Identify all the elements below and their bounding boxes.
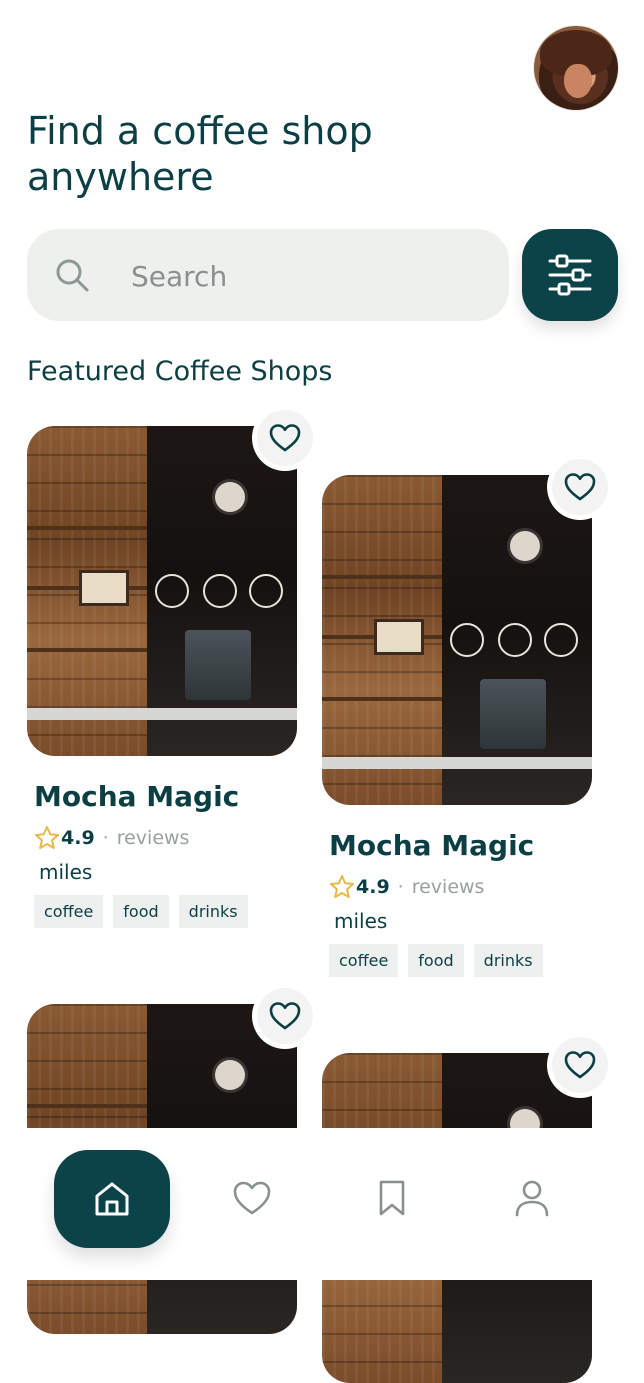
heart-icon [269, 1002, 301, 1030]
search-bar[interactable] [27, 229, 509, 321]
tag[interactable]: coffee [329, 944, 399, 977]
tag[interactable]: drinks [473, 944, 543, 977]
search-icon [56, 259, 89, 292]
separator-dot: · [397, 876, 404, 898]
heart-icon [564, 473, 596, 501]
rating-row: 4.9 · reviews [34, 824, 189, 852]
coffee-shop-photo [322, 475, 592, 805]
nav-home-button[interactable] [54, 1150, 170, 1248]
tag-list: coffee food drinks [329, 944, 543, 977]
coffee-shop-photo [27, 426, 297, 756]
tag[interactable]: food [408, 944, 464, 977]
separator-dot: · [102, 827, 109, 849]
coffee-shop-name: Mocha Magic [34, 780, 240, 813]
reviews-count[interactable]: reviews [412, 876, 485, 898]
rating-row: 4.9 · reviews [329, 873, 484, 901]
profile-avatar[interactable] [534, 26, 618, 110]
nav-saved-button[interactable] [368, 1174, 416, 1222]
tag[interactable]: coffee [34, 895, 104, 928]
nav-favorites-button[interactable] [228, 1174, 276, 1222]
distance: miles [39, 860, 93, 884]
heart-icon [269, 424, 301, 452]
star-icon [330, 875, 354, 898]
star-icon [35, 826, 59, 849]
page-title: Find a coffee shop anywhere [27, 109, 373, 199]
favorite-button[interactable] [257, 988, 313, 1044]
tag[interactable]: drinks [178, 895, 248, 928]
search-input[interactable] [129, 255, 473, 297]
rating-value: 4.9 [356, 876, 390, 898]
user-icon [515, 1180, 549, 1217]
distance: miles [334, 909, 388, 933]
rating-value: 4.9 [61, 827, 95, 849]
heart-icon [233, 1181, 271, 1215]
filter-button[interactable] [522, 229, 618, 321]
sliders-icon [548, 254, 592, 296]
bookmark-icon [379, 1180, 405, 1216]
home-icon [95, 1182, 129, 1216]
bottom-navigation [0, 1128, 644, 1280]
coffee-shop-name: Mocha Magic [329, 829, 535, 862]
nav-profile-button[interactable] [508, 1174, 556, 1222]
tag-list: coffee food drinks [34, 895, 248, 928]
favorite-button[interactable] [552, 459, 608, 515]
section-title: Featured Coffee Shops [27, 356, 333, 387]
heart-icon [564, 1051, 596, 1079]
reviews-count[interactable]: reviews [117, 827, 190, 849]
favorite-button[interactable] [257, 410, 313, 466]
favorite-button[interactable] [552, 1037, 608, 1093]
tag[interactable]: food [113, 895, 169, 928]
